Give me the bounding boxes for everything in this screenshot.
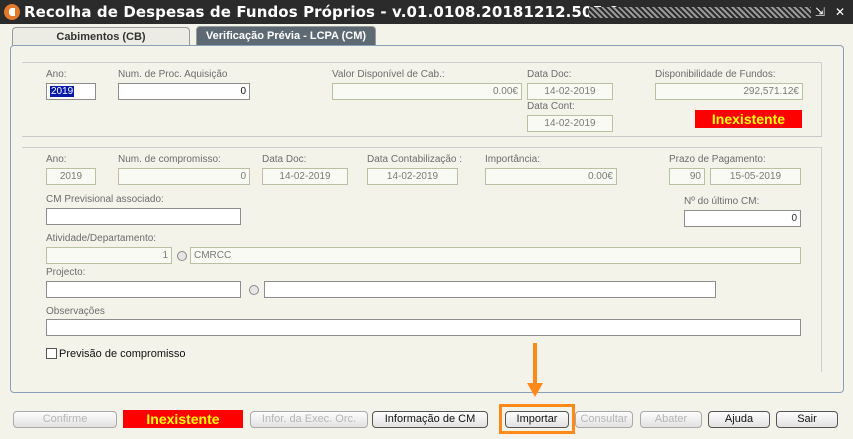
ultimo-cm-label: Nº do último CM: <box>684 196 760 207</box>
status-badge-footer: Inexistente <box>123 410 243 428</box>
comp-ano-label: Ano: <box>46 154 67 165</box>
previsao-label: Previsão de compromisso <box>59 348 186 360</box>
ajuda-button[interactable]: Ajuda <box>708 411 770 428</box>
ano-input[interactable]: 2019 <box>46 83 96 100</box>
status-badge-top: Inexistente <box>695 110 802 128</box>
data-cont-field: 14-02-2019 <box>527 115 613 132</box>
projecto-code-input[interactable] <box>46 281 241 298</box>
disp-fundos-label: Disponibilidade de Fundos: <box>655 69 776 80</box>
valor-disp-field: 0.00€ <box>332 83 522 100</box>
importancia-label: Importância: <box>485 154 541 165</box>
prazo-date-field: 15-05-2019 <box>710 168 801 185</box>
observacoes-label: Observações <box>46 306 105 317</box>
projecto-name-input[interactable] <box>264 281 716 298</box>
data-doc-field: 14-02-2019 <box>527 83 613 100</box>
data-contab-field: 14-02-2019 <box>367 168 458 185</box>
data-doc-label: Data Doc: <box>527 69 572 80</box>
window-title: Recolha de Despesas de Fundos Próprios -… <box>24 3 620 21</box>
ano-value: 2019 <box>50 86 75 97</box>
num-comp-label: Num. de compromisso: <box>118 154 221 165</box>
title-bar-texture <box>589 7 811 18</box>
atividade-lookup-icon[interactable] <box>177 251 187 261</box>
abater-button[interactable]: Abater <box>640 411 702 428</box>
previsao-checkbox[interactable] <box>46 348 57 359</box>
annotation-highlight-box <box>499 404 575 434</box>
comp-data-doc-label: Data Doc: <box>262 154 307 165</box>
data-cont-label: Data Cont: <box>527 101 575 112</box>
comp-ano-field: 2019 <box>46 168 96 185</box>
app-logo-icon <box>4 4 20 20</box>
close-icon[interactable]: ✕ <box>832 4 848 20</box>
prazo-label: Prazo de Pagamento: <box>669 154 766 165</box>
confirme-button[interactable]: Confirme <box>13 411 117 428</box>
valor-disp-label: Valor Disponível de Cab.: <box>332 69 445 80</box>
sair-button[interactable]: Sair <box>776 411 838 428</box>
cm-prov-label: CM Previsional associado: <box>46 194 164 205</box>
section-divider <box>22 136 822 137</box>
importancia-field: 0.00€ <box>485 168 617 185</box>
atividade-name-field: CMRCC <box>190 247 801 264</box>
comp-data-doc-field: 14-02-2019 <box>262 168 348 185</box>
infor-exec-button[interactable]: Infor. da Exec. Orc. <box>250 411 368 428</box>
data-contab-label: Data Contabilização : <box>367 154 463 165</box>
atividade-code-field: 1 <box>46 247 172 264</box>
annotation-arrow <box>533 343 537 385</box>
num-proc-label: Num. de Proc. Aquisição <box>118 69 228 80</box>
informacao-cm-button[interactable]: Informação de CM <box>372 411 488 428</box>
consultar-button[interactable]: Consultar <box>575 411 633 428</box>
disp-fundos-field: 292,571.12€ <box>655 83 803 100</box>
annotation-arrow-head <box>527 383 543 397</box>
observacoes-input[interactable] <box>46 319 801 336</box>
projecto-lookup-icon[interactable] <box>249 285 259 295</box>
prazo-days-field: 90 <box>669 168 705 185</box>
atividade-label: Atividade/Departamento: <box>46 233 157 244</box>
cm-prov-input[interactable] <box>46 208 241 225</box>
tab-verificacao-previa[interactable]: Verificação Prévia - LCPA (CM) <box>196 26 376 47</box>
minimize-icon[interactable]: ⇲ <box>812 4 828 20</box>
ano-label: Ano: <box>46 69 67 80</box>
num-proc-input[interactable]: 0 <box>118 83 250 100</box>
title-bar: Recolha de Despesas de Fundos Próprios -… <box>0 0 853 24</box>
projecto-label: Projecto: <box>46 267 86 278</box>
ultimo-cm-field: 0 <box>684 210 801 227</box>
num-comp-field: 0 <box>118 168 250 185</box>
